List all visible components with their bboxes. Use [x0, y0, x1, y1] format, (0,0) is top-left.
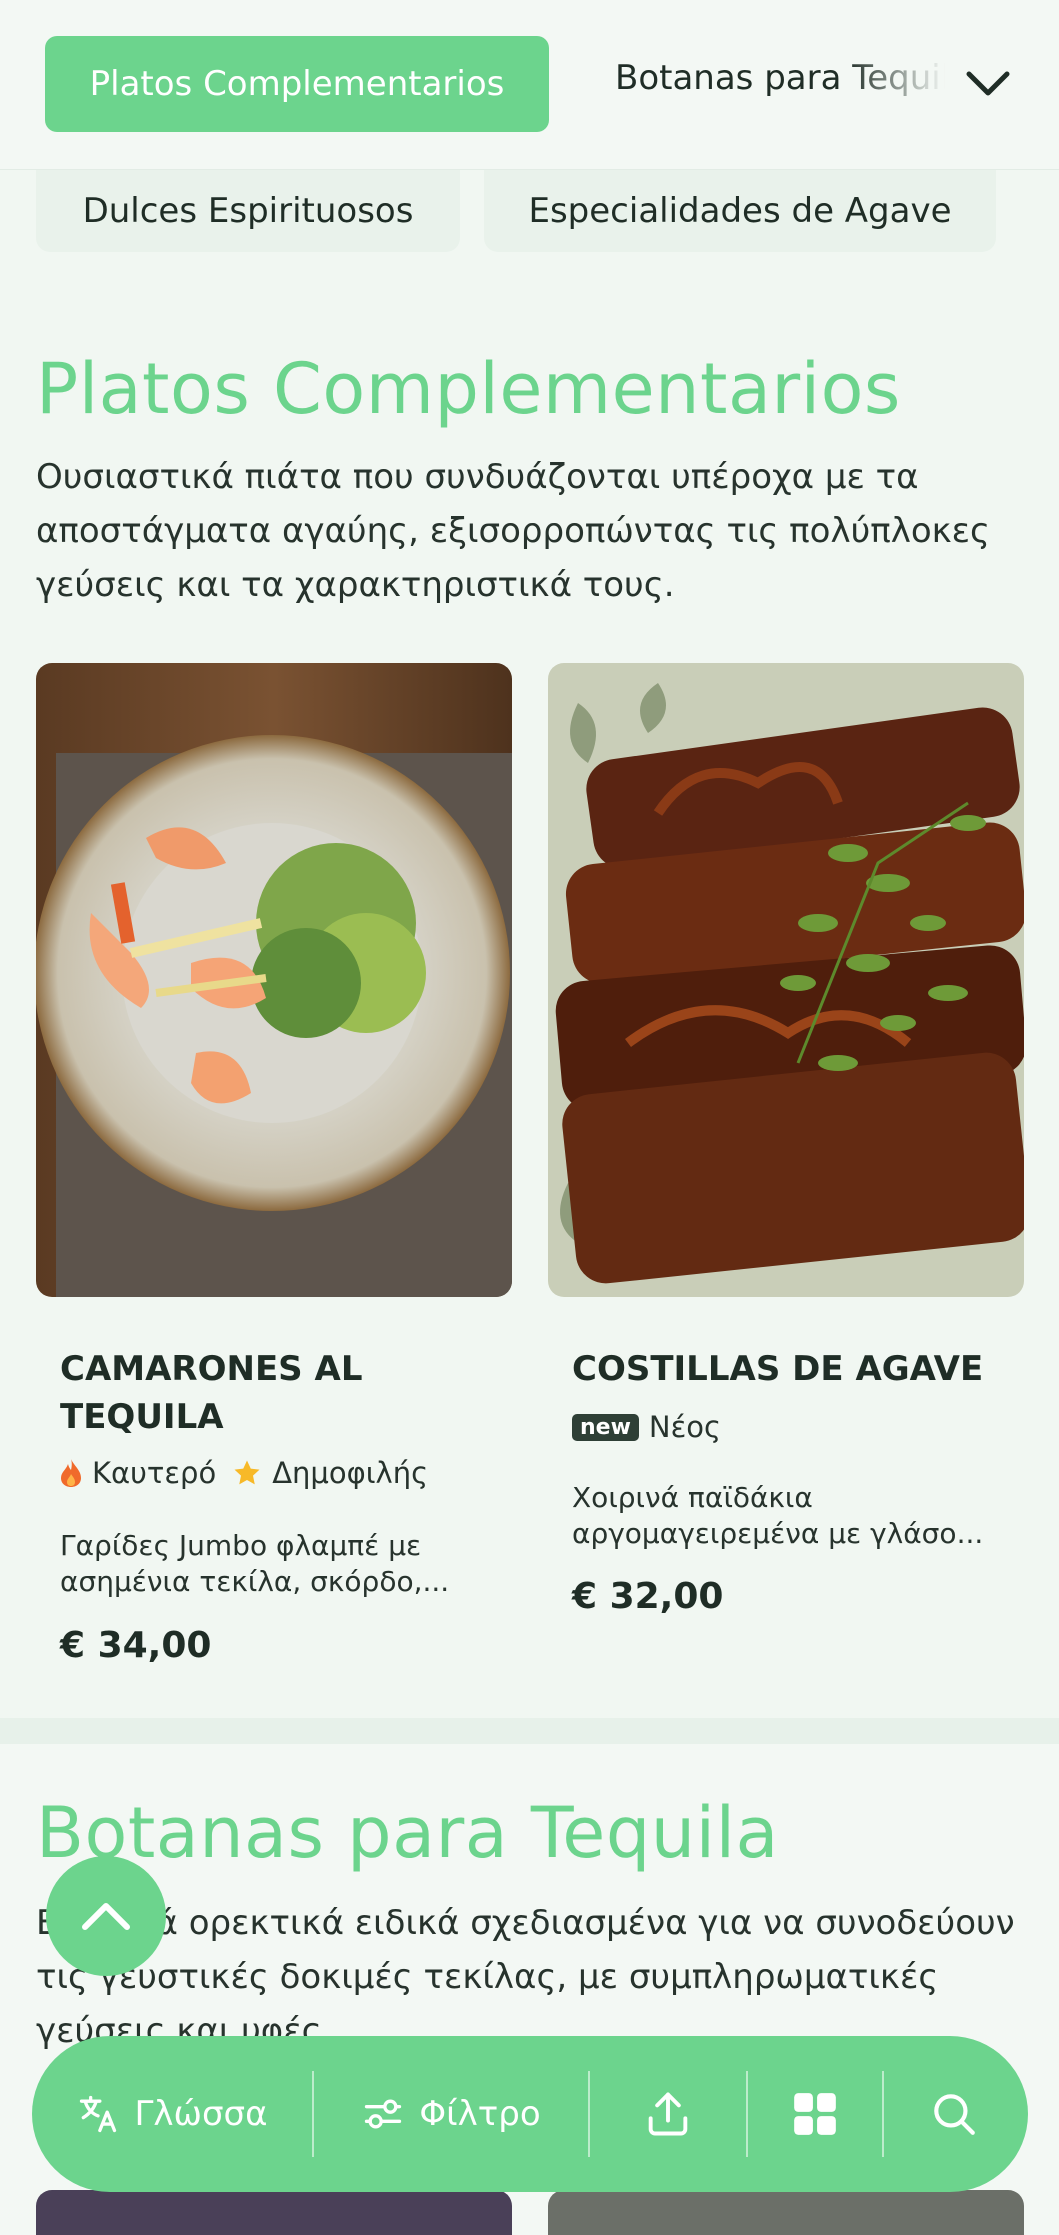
dish-image-peek[interactable]	[36, 2190, 512, 2235]
category-tab-active[interactable]: Platos Complementarios	[45, 36, 549, 132]
ribs-plate-image	[548, 663, 1024, 1297]
bottom-nav: Γλώσσα Φίλτρο	[32, 2036, 1028, 2192]
tag-label: Καυτερό	[92, 1456, 217, 1490]
category-bar: Platos Complementarios Botanas para Tequ…	[0, 0, 1059, 170]
translate-icon	[80, 2095, 117, 2133]
section-title: Botanas para Tequila	[36, 1792, 779, 1874]
dish-description: Χοιρινά παϊδάκια αργομαγειρεμένα με γλάσ…	[572, 1481, 984, 1550]
section-title: Platos Complementarios	[36, 348, 901, 430]
category-chip-dulces[interactable]: Dulces Espirituosos	[36, 170, 460, 252]
star-icon	[234, 1460, 260, 1485]
share-button[interactable]	[590, 2036, 746, 2192]
tag-new: new Νέος	[572, 1410, 721, 1444]
dish-price: € 34,00	[60, 1625, 212, 1666]
tag-label: Δημοφιλής	[272, 1456, 429, 1490]
dish-name[interactable]: COSTILLAS DE AGAVE	[572, 1345, 1012, 1393]
dish-image-camarones[interactable]	[36, 663, 512, 1297]
search-icon	[934, 2094, 975, 2135]
dish-price: € 32,00	[572, 1576, 724, 1617]
dish-tags: Καυτερό Δημοφιλής	[60, 1456, 428, 1490]
dish-tags: new Νέος	[572, 1410, 721, 1444]
section-description: Ουσιαστικά πιάτα που συνδυάζονται υπέροχ…	[36, 457, 991, 605]
category-chip-especialidades[interactable]: Especialidades de Agave	[484, 170, 996, 252]
scroll-to-top-button[interactable]	[46, 1856, 166, 1976]
tag-label: Νέος	[648, 1410, 722, 1444]
language-button[interactable]: Γλώσσα	[32, 2036, 312, 2192]
grid-view-button[interactable]	[748, 2036, 882, 2192]
tag-spicy: Καυτερό	[60, 1456, 216, 1490]
filter-label: Φίλτρο	[419, 2094, 541, 2134]
tag-popular: Δημοφιλής	[232, 1456, 428, 1490]
dish-image-costillas[interactable]	[548, 663, 1024, 1297]
share-icon	[648, 2092, 688, 2136]
search-button[interactable]	[884, 2036, 1024, 2192]
category-expand-button[interactable]	[960, 58, 1016, 110]
dish-name[interactable]: CAMARONES AL TEQUILA	[60, 1345, 480, 1441]
language-label: Γλώσσα	[134, 2094, 268, 2134]
new-badge: new	[572, 1413, 639, 1441]
section-description: Ελαφριά ορεκτικά ειδικά σχεδιασμένα για …	[36, 1903, 1015, 2051]
grid-icon	[794, 2093, 836, 2135]
filter-button[interactable]: Φίλτρο	[314, 2036, 588, 2192]
shrimp-plate-image	[36, 663, 512, 1297]
dish-image-peek[interactable]	[548, 2190, 1024, 2235]
category-tab-next[interactable]: Botanas para Tequila	[615, 58, 945, 110]
sliders-icon	[365, 2099, 402, 2129]
dish-description: Γαρίδες Jumbo φλαμπέ με ασημένια τεκίλα,…	[60, 1529, 450, 1598]
section-divider	[0, 1718, 1059, 1744]
category-chip-row: Dulces Espirituosos Especialidades de Ag…	[0, 170, 1059, 252]
chevron-down-icon	[966, 71, 1010, 96]
chevron-up-icon	[82, 1903, 130, 1930]
flame-icon	[61, 1459, 81, 1487]
